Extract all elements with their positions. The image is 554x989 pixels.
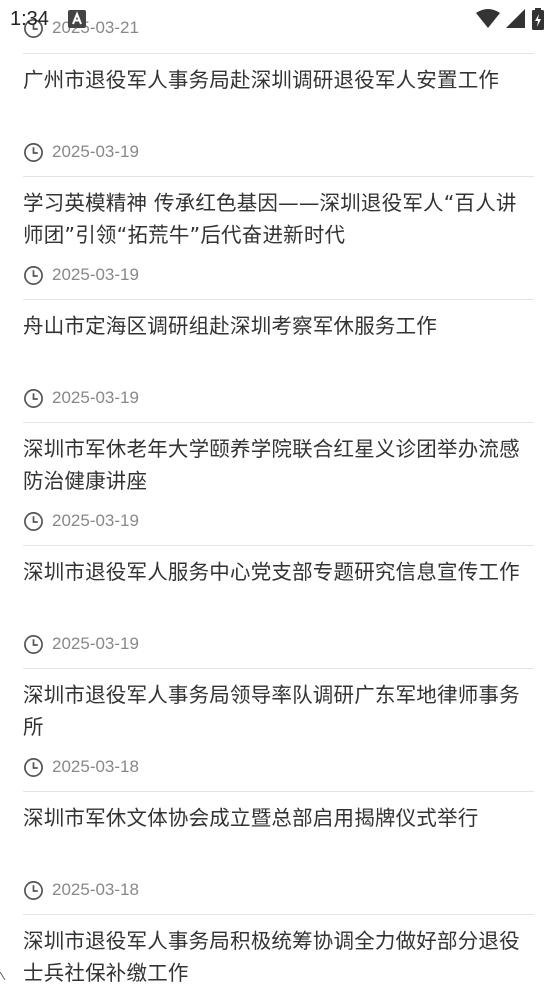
article-title: 深圳市退役军人事务局积极统筹协调全力做好部分退役士兵社保补缴工作 [23, 929, 520, 985]
article-date: 2025-03-19 [52, 265, 139, 284]
date-row: 2025-03-19 [23, 140, 139, 164]
clock-icon [24, 634, 43, 654]
list-item[interactable]: 深圳市退役军人事务局积极统筹协调全力做好部分退役士兵社保补缴工作 [23, 925, 534, 985]
date-row: 2025-03-21 [23, 16, 139, 40]
edge-indicator [0, 972, 6, 980]
divider [23, 914, 534, 915]
list-item[interactable]: 深圳市军休老年大学颐养学院联合红星义诊团举办流感防治健康讲座 2025-03-1… [23, 433, 534, 545]
divider [23, 176, 534, 177]
article-date: 2025-03-19 [52, 634, 139, 653]
divider [23, 53, 534, 54]
article-title: 学习英模精神 传承红色基因——深圳退役军人“百人讲师团”引领“拓荒牛”后代奋进新… [23, 191, 517, 247]
list-item[interactable]: 学习英模精神 传承红色基因——深圳退役军人“百人讲师团”引领“拓荒牛”后代奋进新… [23, 187, 534, 299]
clock-icon [24, 880, 43, 900]
list-item[interactable]: 深圳市军休文体协会成立暨总部启用揭牌仪式举行 2025-03-18 [23, 802, 534, 914]
list-item[interactable]: 深圳市退役军人服务中心党支部专题研究信息宣传工作 2025-03-19 [23, 556, 534, 668]
clock-icon [24, 757, 43, 777]
date-row: 2025-03-19 [23, 386, 139, 410]
clock-icon [24, 511, 43, 531]
article-title: 舟山市定海区调研组赴深圳考察军休服务工作 [23, 314, 437, 338]
battery-icon [532, 8, 544, 30]
article-title: 深圳市退役军人服务中心党支部专题研究信息宣传工作 [23, 560, 520, 584]
article-title: 深圳市退役军人事务局领导率队调研广东军地律师事务所 [23, 683, 520, 739]
clock-icon [24, 18, 43, 38]
article-title: 深圳市军休老年大学颐养学院联合红星义诊团举办流感防治健康讲座 [23, 437, 520, 493]
list-item[interactable]: 广州市退役军人事务局赴深圳调研退役军人安置工作 2025-03-19 [23, 64, 534, 176]
date-row: 2025-03-18 [23, 755, 139, 779]
date-row: 2025-03-19 [23, 509, 139, 533]
article-date: 2025-03-21 [52, 18, 139, 37]
date-row: 2025-03-19 [23, 632, 139, 656]
list-item[interactable]: 深圳市退役军人事务局领导率队调研广东军地律师事务所 2025-03-18 [23, 679, 534, 791]
clock-icon [24, 388, 43, 408]
clock-icon [24, 265, 43, 285]
article-date: 2025-03-18 [52, 880, 139, 899]
article-date: 2025-03-18 [52, 757, 139, 776]
article-date: 2025-03-19 [52, 388, 139, 407]
divider [23, 791, 534, 792]
wifi-icon [476, 9, 500, 28]
date-row: 2025-03-19 [23, 263, 139, 287]
clock-icon [24, 142, 43, 162]
article-title: 广州市退役军人事务局赴深圳调研退役军人安置工作 [23, 68, 500, 92]
date-row: 2025-03-18 [23, 878, 139, 902]
list-item[interactable]: 舟山市定海区调研组赴深圳考察军休服务工作 2025-03-19 [23, 310, 534, 422]
article-title: 深圳市军休文体协会成立暨总部启用揭牌仪式举行 [23, 806, 479, 830]
status-icons [476, 8, 544, 30]
divider [23, 545, 534, 546]
divider [23, 422, 534, 423]
signal-icon [506, 9, 525, 28]
divider [23, 668, 534, 669]
article-date: 2025-03-19 [52, 511, 139, 530]
article-date: 2025-03-19 [52, 142, 139, 161]
divider [23, 299, 534, 300]
